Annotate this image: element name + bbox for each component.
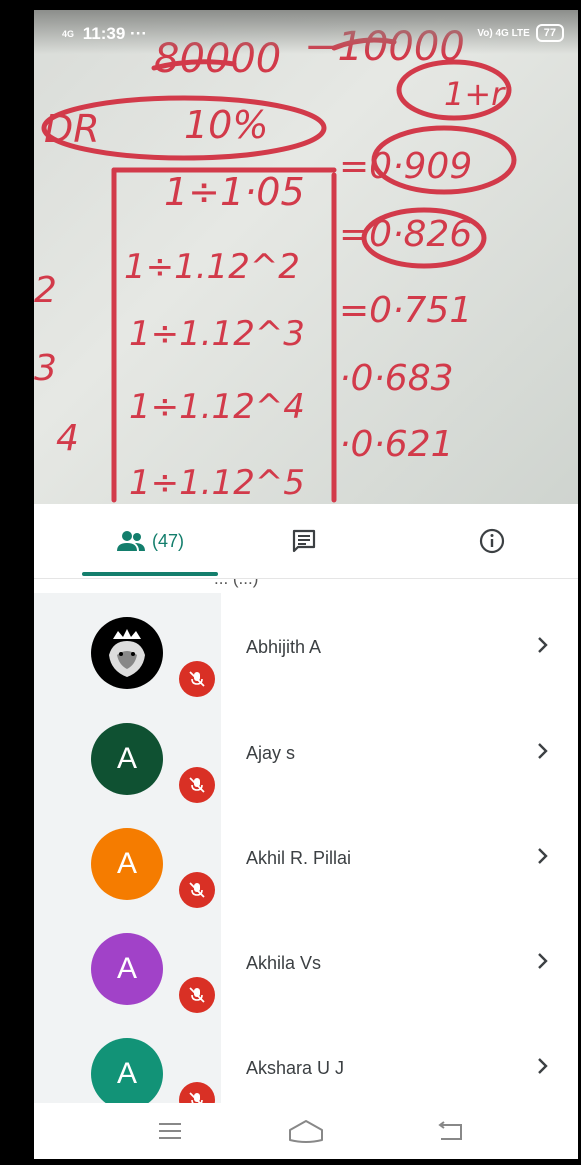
people-icon	[116, 531, 145, 551]
chevron-right-icon[interactable]	[530, 633, 554, 657]
mic-off-icon	[179, 661, 215, 697]
avatar: A	[91, 1038, 163, 1103]
avatar: A	[91, 933, 163, 1005]
list-item[interactable]: A Akhil R. Pillai	[34, 804, 578, 910]
menu-icon	[159, 1123, 181, 1139]
participant-name: Abhijith A	[246, 637, 322, 657]
svg-text:1÷1.12^2: 1÷1.12^2	[124, 247, 300, 287]
svg-text:3: 3	[34, 348, 57, 389]
tab-info[interactable]	[462, 504, 522, 578]
home-icon	[289, 1120, 323, 1143]
mic-off-icon	[179, 872, 215, 908]
participant-name: Ajay s	[246, 743, 296, 763]
svg-text:1÷1.12^3: 1÷1.12^3	[129, 314, 305, 354]
system-nav-bar	[34, 1103, 578, 1159]
clock: 11:39	[82, 24, 126, 43]
svg-text:2: 2	[34, 270, 57, 311]
list-item[interactable]: Abhijith A	[34, 593, 578, 699]
chat-icon	[292, 529, 316, 553]
battery-indicator: 77	[535, 24, 564, 42]
list-section-header: ... (...)	[214, 579, 258, 589]
network-indicator: 4G	[62, 29, 75, 40]
list-item[interactable]: A Akhila Vs	[34, 909, 578, 1015]
svg-text:DR: DR	[44, 107, 100, 151]
lion-crown-avatar-icon	[96, 622, 158, 684]
list-item[interactable]: A Akshara U J	[34, 1014, 578, 1103]
meeting-tabs: (47)	[34, 504, 578, 579]
home-button[interactable]	[286, 1115, 326, 1147]
info-icon	[479, 528, 505, 554]
chevron-right-icon[interactable]	[530, 1054, 554, 1078]
participant-count: (47)	[151, 530, 184, 551]
svg-text:1÷1.12^4: 1÷1.12^4	[129, 387, 305, 427]
svg-text:=0·909: =0·909	[339, 146, 472, 187]
chevron-right-icon[interactable]	[530, 739, 554, 763]
tab-chat[interactable]	[274, 504, 334, 578]
active-tab-indicator	[82, 572, 218, 576]
svg-text:=0·751: =0·751	[339, 290, 472, 331]
participant-name: Akhil R. Pillai	[246, 848, 352, 868]
back-icon	[438, 1121, 462, 1140]
avatar	[91, 617, 163, 689]
status-bar: 4G 11:39 ··· Vo) 4G LTE 77	[34, 10, 578, 54]
whiteboard-image: DR 10% 80000 −10000 1÷1·05 1÷1.12^2 1÷1.…	[34, 24, 517, 503]
avatar: A	[91, 828, 163, 900]
svg-text:1+r: 1+r	[444, 75, 506, 113]
mic-off-icon	[179, 1082, 215, 1103]
svg-text:10%: 10%	[184, 103, 268, 147]
bottom-border	[0, 1159, 581, 1165]
video-feed[interactable]: DR 10% 80000 −10000 1÷1·05 1÷1.12^2 1÷1.…	[34, 10, 578, 504]
volte-indicator: Vo) 4G LTE	[477, 27, 530, 39]
chevron-right-icon[interactable]	[530, 949, 554, 973]
left-border	[0, 0, 34, 1165]
svg-text:·0·621: ·0·621	[339, 424, 454, 465]
svg-text:1÷1·05: 1÷1·05	[164, 170, 305, 214]
mic-off-icon	[179, 977, 215, 1013]
participant-name: Akhila Vs	[246, 953, 322, 973]
back-button[interactable]	[430, 1115, 470, 1147]
list-item[interactable]: A Ajay s	[34, 699, 578, 805]
svg-text:·0·683: ·0·683	[339, 358, 454, 399]
participant-list[interactable]: ... (...) Abhijith A A Ajay s A	[34, 579, 578, 1103]
svg-text:1÷1.12^5: 1÷1.12^5	[129, 463, 305, 503]
more-notifications: ···	[130, 24, 148, 43]
top-border	[0, 0, 581, 10]
chevron-right-icon[interactable]	[530, 844, 554, 868]
menu-button[interactable]	[150, 1115, 190, 1147]
participant-name: Akshara U J	[246, 1058, 345, 1078]
svg-text:=0·826: =0·826	[339, 214, 472, 255]
avatar: A	[91, 723, 163, 795]
tab-people[interactable]: (47)	[82, 504, 218, 578]
svg-text:4: 4	[56, 418, 79, 459]
mic-off-icon	[179, 767, 215, 803]
